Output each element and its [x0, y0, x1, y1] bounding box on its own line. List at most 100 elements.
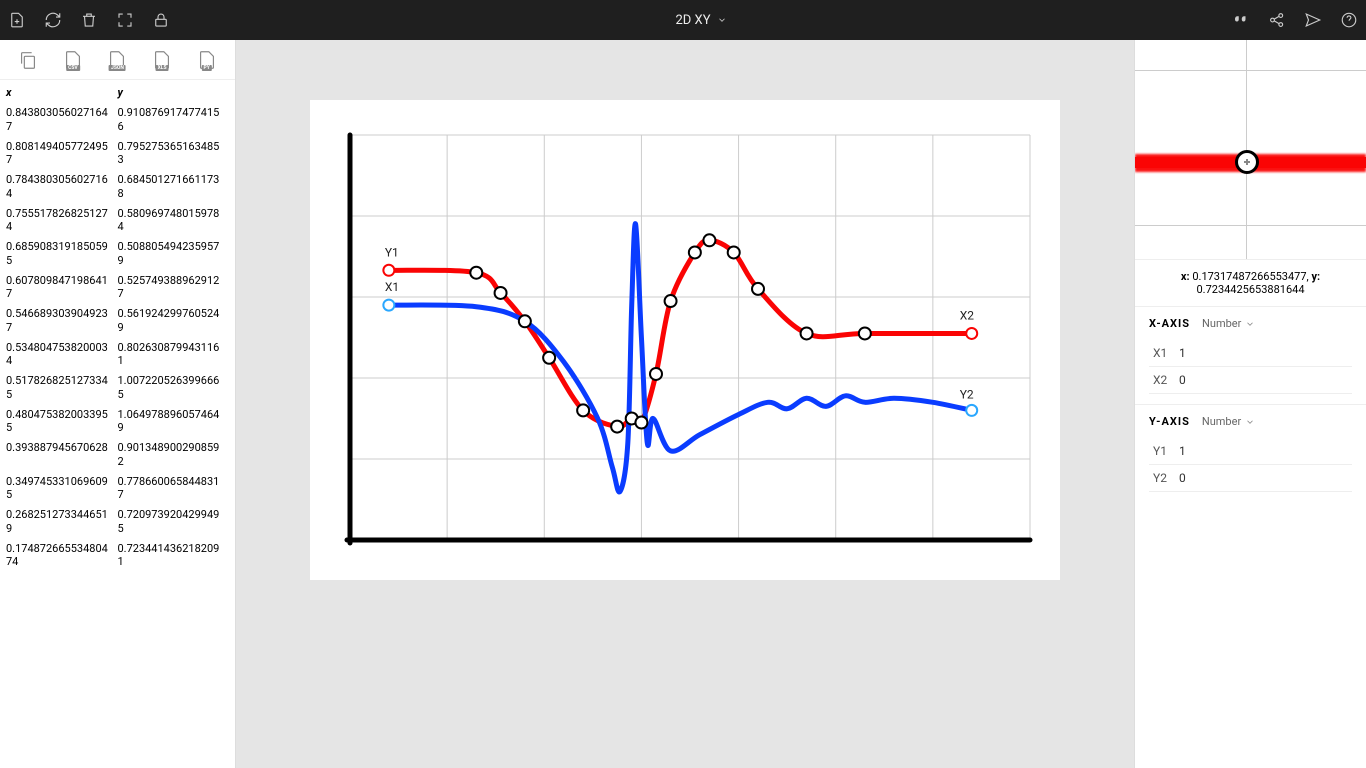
cell-x: 0.5348047538200034: [6, 341, 118, 369]
table-row[interactable]: 0.84380305602716470.9108769174774156: [0, 103, 235, 137]
table-row[interactable]: 0.68590831918505950.5088054942359579: [0, 237, 235, 271]
table-row[interactable]: 0.54668930390492370.5619242997605249: [0, 304, 235, 338]
chevron-down-icon: [717, 15, 727, 25]
share-icon[interactable]: [1268, 11, 1286, 29]
cell-y: 0.5619242997605249: [118, 307, 230, 335]
preview-box[interactable]: [1135, 40, 1366, 260]
preview-gridline: [1135, 70, 1366, 71]
new-file-icon[interactable]: [8, 11, 26, 29]
cell-y: 0.5257493889629127: [118, 274, 230, 302]
axis-row-val: 0: [1179, 373, 1186, 387]
cell-x: 0.3497453310696095: [6, 475, 118, 503]
help-icon[interactable]: [1340, 11, 1358, 29]
svg-text:X2: X2: [960, 308, 975, 322]
axis-row-val: 1: [1179, 346, 1186, 360]
cell-y: 1.0649788960574649: [118, 408, 230, 436]
axis-row-val: 0: [1179, 471, 1186, 485]
axis-row-key: X1: [1153, 346, 1179, 360]
axis-row[interactable]: X20: [1149, 367, 1352, 394]
axis-row-val: 1: [1179, 444, 1186, 458]
table-row[interactable]: 0.174872665534804740.7234414362182091: [0, 539, 235, 573]
cell-y: 0.8026308799431161: [118, 341, 230, 369]
view-mode-selector[interactable]: 2D XY: [170, 13, 1232, 28]
sidebar-right: x: 0.17317487266553477, y: 0.72344256538…: [1134, 40, 1366, 768]
table-row[interactable]: 0.75551782682512740.5809697480159784: [0, 204, 235, 238]
cell-y: 0.9013489002908592: [118, 441, 230, 469]
quote-icon[interactable]: [1232, 11, 1250, 29]
view-mode-label: 2D XY: [675, 13, 710, 28]
topbar: 2D XY: [0, 0, 1366, 40]
cell-y: 0.7786600658448317: [118, 475, 230, 503]
table-row[interactable]: 0.34974533106960950.7786600658448317: [0, 472, 235, 506]
cell-x: 0.6859083191850595: [6, 240, 118, 268]
y-axis-type-selector[interactable]: Number: [1202, 415, 1255, 428]
readout-x-label: x:: [1181, 270, 1190, 283]
canvas-area[interactable]: X1 Y1 Y2 X2: [236, 40, 1134, 768]
cell-y: 0.6845012716611738: [118, 173, 230, 201]
axis-row-key: Y2: [1153, 471, 1179, 485]
export-csv-icon[interactable]: CSV: [61, 48, 85, 72]
y-axis-title: Y-AXIS: [1149, 415, 1190, 428]
cell-x: 0.2682512733446519: [6, 508, 118, 536]
data-table[interactable]: x y 0.84380305602716470.9108769174774156…: [0, 80, 235, 768]
cell-y: 0.5809697480159784: [118, 207, 230, 235]
export-row: CSV JSON XLS PY: [0, 40, 235, 80]
cell-y: 0.7952753651634853: [118, 140, 230, 168]
coord-readout: x: 0.17317487266553477, y: 0.72344256538…: [1135, 260, 1366, 307]
preview-crosshair: [1244, 159, 1250, 165]
refresh-icon[interactable]: [44, 11, 62, 29]
readout-y-value: 0.7234425653881644: [1197, 283, 1305, 296]
topbar-left: [8, 11, 170, 29]
data-table-header: x y: [0, 80, 235, 103]
cell-y: 0.7209739204299495: [118, 508, 230, 536]
axis-row[interactable]: Y11: [1149, 438, 1352, 465]
cell-x: 0.7843803056027164: [6, 173, 118, 201]
table-row[interactable]: 0.3938879456706280.9013489002908592: [0, 438, 235, 472]
cell-x: 0.17487266553480474: [6, 542, 118, 570]
export-py-icon[interactable]: PY: [195, 48, 219, 72]
lock-icon[interactable]: [152, 11, 170, 29]
cell-y: 0.9108769174774156: [118, 106, 230, 134]
chevron-down-icon: [1245, 417, 1255, 427]
topbar-right: [1232, 11, 1358, 29]
cell-y: 1.0072205263996665: [118, 374, 230, 402]
table-row[interactable]: 0.48047538200339551.0649788960574649: [0, 405, 235, 439]
cell-x: 0.7555178268251274: [6, 207, 118, 235]
cell-x: 0.5178268251273345: [6, 374, 118, 402]
cell-x: 0.6078098471986417: [6, 274, 118, 302]
cell-y: 0.7234414362182091: [118, 542, 230, 570]
table-row[interactable]: 0.80814940577249570.7952753651634853: [0, 137, 235, 171]
send-icon[interactable]: [1304, 11, 1322, 29]
header-x: x: [6, 86, 118, 99]
table-row[interactable]: 0.53480475382000340.8026308799431161: [0, 338, 235, 372]
chevron-down-icon: [1245, 319, 1255, 329]
table-row[interactable]: 0.78438030560271640.6845012716611738: [0, 170, 235, 204]
readout-y-label: y:: [1311, 270, 1320, 283]
axis-row[interactable]: Y20: [1149, 465, 1352, 492]
export-json-icon[interactable]: JSON: [105, 48, 129, 72]
chart-svg: X1 Y1 Y2 X2: [310, 100, 1060, 580]
export-xls-icon[interactable]: XLS: [150, 48, 174, 72]
y-axis-section: Y-AXIS Number Y11Y20: [1135, 404, 1366, 502]
expand-icon[interactable]: [116, 11, 134, 29]
svg-text:X1: X1: [385, 280, 399, 294]
cell-y: 0.5088054942359579: [118, 240, 230, 268]
cell-x: 0.8438030560271647: [6, 106, 118, 134]
axis-row[interactable]: X11: [1149, 340, 1352, 367]
preview-gridline: [1135, 225, 1366, 226]
copy-icon[interactable]: [16, 48, 40, 72]
axis-row-key: Y1: [1153, 444, 1179, 458]
svg-text:Y2: Y2: [960, 387, 974, 401]
svg-text:Y1: Y1: [385, 245, 399, 259]
table-row[interactable]: 0.51782682512733451.0072205263996665: [0, 371, 235, 405]
table-row[interactable]: 0.60780984719864170.5257493889629127: [0, 271, 235, 305]
cell-x: 0.393887945670628: [6, 441, 118, 469]
header-y: y: [118, 86, 230, 99]
cell-x: 0.8081494057724957: [6, 140, 118, 168]
table-row[interactable]: 0.26825127334465190.7209739204299495: [0, 505, 235, 539]
sidebar-left: CSV JSON XLS PY x y 0.84380305602716470.…: [0, 40, 236, 768]
x-axis-type-selector[interactable]: Number: [1202, 317, 1255, 330]
chart-card[interactable]: X1 Y1 Y2 X2: [310, 100, 1060, 580]
trash-icon[interactable]: [80, 11, 98, 29]
readout-x-value: 0.17317487266553477,: [1192, 270, 1308, 283]
